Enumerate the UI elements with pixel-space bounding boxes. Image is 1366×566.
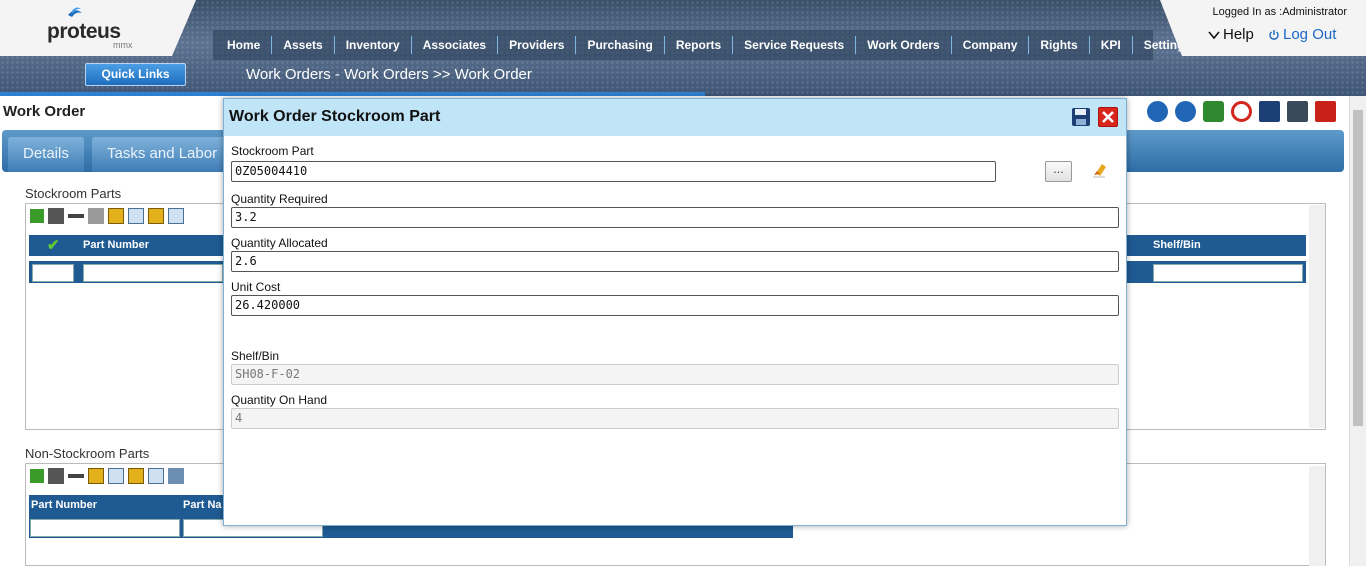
logged-in-label: Logged In as :Administrator [1212,6,1347,18]
help-menu[interactable]: Help [1208,26,1254,43]
logout-link[interactable]: Log Out [1268,26,1336,43]
logout-label: Log Out [1283,26,1337,43]
x-glyph-icon [1102,111,1114,123]
nav-company[interactable]: Company [952,36,1030,54]
nav-kpi[interactable]: KPI [1090,36,1133,54]
save-icon[interactable] [1071,107,1091,127]
dialog-title: Work Order Stockroom Part [229,108,441,125]
app-header: proteus mmx Quick Links Home Assets Inve… [0,0,1366,96]
nav-purchasing[interactable]: Purchasing [576,36,665,54]
stockroom-part-input[interactable]: 0Z05004410 [231,161,996,182]
logo-sub: mmx [113,40,133,50]
quantity-on-hand-label: Quantity On Hand [231,393,328,407]
nav-work-orders[interactable]: Work Orders [856,36,952,54]
shelf-bin-label: Shelf/Bin [231,349,280,363]
stockroom-part-label: Stockroom Part [231,144,314,158]
browse-part-button[interactable]: ... [1045,161,1072,182]
nav-home[interactable]: Home [216,36,273,54]
user-panel: Logged In as :Administrator Help Log Out [1160,0,1366,56]
main-nav: Home Assets Inventory Associates Provide… [212,29,1191,61]
quantity-required-label: Quantity Required [231,192,328,206]
nav-associates[interactable]: Associates [412,36,499,54]
quantity-allocated-input[interactable]: 2.6 [231,251,1119,272]
logo[interactable]: proteus mmx [0,0,196,56]
nav-reports[interactable]: Reports [665,36,734,54]
stockroom-part-dialog: Work Order Stockroom Part Stockroom Part… [223,98,1127,526]
nav-rights[interactable]: Rights [1029,36,1090,54]
close-icon[interactable] [1098,107,1118,127]
quantity-required-input[interactable]: 3.2 [231,207,1119,228]
logo-wave-icon [68,7,82,17]
nav-service-requests[interactable]: Service Requests [733,36,857,54]
quantity-on-hand-field: 4 [231,408,1119,429]
chevron-down-icon [1208,30,1220,39]
shelf-bin-field: SH08-F-02 [231,364,1119,385]
quick-links-button[interactable]: Quick Links [85,63,186,86]
quantity-allocated-label: Quantity Allocated [231,236,328,250]
unit-cost-label: Unit Cost [231,280,281,294]
logo-name: proteus [47,20,121,43]
nav-inventory[interactable]: Inventory [335,36,412,54]
eraser-icon[interactable] [1090,159,1110,179]
unit-cost-input[interactable]: 26.420000 [231,295,1119,316]
nav-assets[interactable]: Assets [272,36,335,54]
power-icon [1269,29,1279,40]
help-label: Help [1223,26,1254,43]
nav-providers[interactable]: Providers [498,36,577,54]
breadcrumb: Work Orders - Work Orders >> Work Order [246,66,532,83]
dialog-header: Work Order Stockroom Part [224,99,1126,136]
